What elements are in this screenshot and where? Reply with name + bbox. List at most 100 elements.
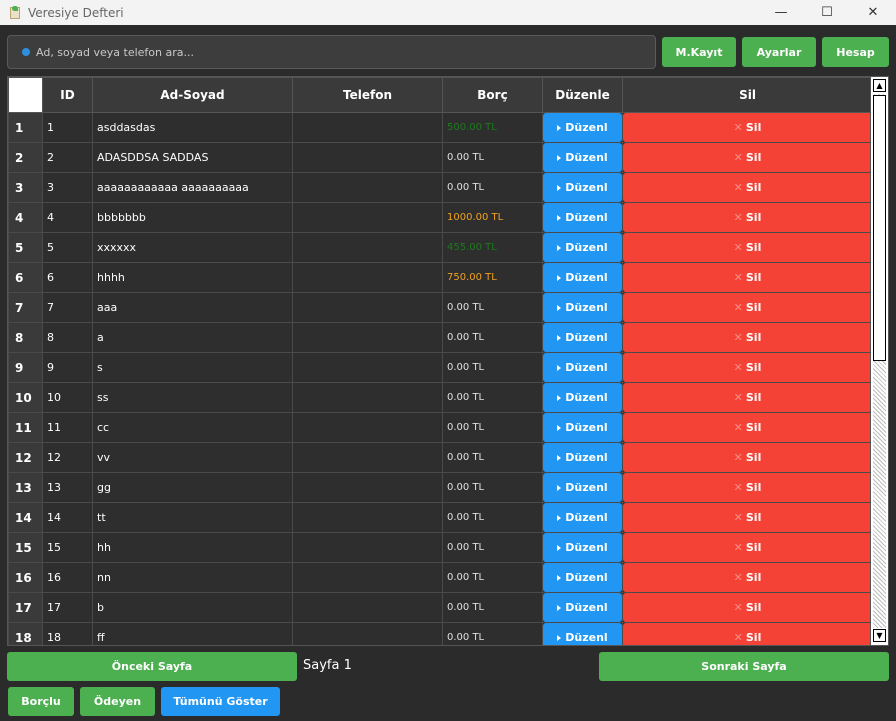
column-header-name[interactable]: Ad-Soyad <box>92 77 293 113</box>
cell-debt[interactable]: 0.00 TL <box>442 592 543 623</box>
edit-button[interactable]: Düzenl <box>543 263 622 292</box>
cell-id[interactable]: 18 <box>42 622 93 645</box>
table-row[interactable]: 17 17 b 0.00 TL Düzenl ✕ Sil <box>8 592 873 623</box>
cell-name[interactable]: asddasdas <box>92 112 293 143</box>
edit-button[interactable]: Düzenl <box>543 203 622 232</box>
row-number[interactable]: 13 <box>8 472 43 503</box>
show-all-button[interactable]: Tümünü Göster <box>161 687 280 716</box>
close-icon[interactable]: ✕ <box>850 0 896 25</box>
table-row[interactable]: 5 5 xxxxxx 455.00 TL Düzenl ✕ Sil <box>8 232 873 263</box>
column-header-id[interactable]: ID <box>42 77 93 113</box>
delete-button[interactable]: ✕ Sil <box>623 113 872 142</box>
edit-button[interactable]: Düzenl <box>543 173 622 202</box>
delete-button[interactable]: ✕ Sil <box>623 503 872 532</box>
table-row[interactable]: 4 4 bbbbbbb 1000.00 TL Düzenl ✕ Sil <box>8 202 873 233</box>
row-number[interactable]: 17 <box>8 592 43 623</box>
cell-phone[interactable] <box>292 112 443 143</box>
cell-phone[interactable] <box>292 262 443 293</box>
row-number[interactable]: 10 <box>8 382 43 413</box>
cell-debt[interactable]: 0.00 TL <box>442 532 543 563</box>
edit-button[interactable]: Düzenl <box>543 563 622 592</box>
cell-name[interactable]: ADASDDSA SADDAS <box>92 142 293 173</box>
cell-debt[interactable]: 0.00 TL <box>442 502 543 533</box>
hesap-button[interactable]: Hesap <box>822 37 889 67</box>
cell-phone[interactable] <box>292 532 443 563</box>
cell-name[interactable]: gg <box>92 472 293 503</box>
delete-button[interactable]: ✕ Sil <box>623 413 872 442</box>
column-header-debt[interactable]: Borç <box>442 77 543 113</box>
delete-button[interactable]: ✕ Sil <box>623 473 872 502</box>
edit-button[interactable]: Düzenl <box>543 593 622 622</box>
borclu-filter-button[interactable]: Borçlu <box>8 687 74 716</box>
delete-button[interactable]: ✕ Sil <box>623 203 872 232</box>
table-row[interactable]: 6 6 hhhh 750.00 TL Düzenl ✕ Sil <box>8 262 873 293</box>
table-row[interactable]: 2 2 ADASDDSA SADDAS 0.00 TL Düzenl ✕ Sil <box>8 142 873 173</box>
cell-id[interactable]: 3 <box>42 172 93 203</box>
table-row[interactable]: 11 11 cc 0.00 TL Düzenl ✕ Sil <box>8 412 873 443</box>
cell-debt[interactable]: 500.00 TL <box>442 112 543 143</box>
edit-button[interactable]: Düzenl <box>543 623 622 645</box>
delete-button[interactable]: ✕ Sil <box>623 263 872 292</box>
row-number[interactable]: 11 <box>8 412 43 443</box>
cell-name[interactable]: vv <box>92 442 293 473</box>
cell-debt[interactable]: 455.00 TL <box>442 232 543 263</box>
cell-id[interactable]: 15 <box>42 532 93 563</box>
cell-name[interactable]: tt <box>92 502 293 533</box>
table-row[interactable]: 18 18 ff 0.00 TL Düzenl ✕ Sil <box>8 622 873 645</box>
corner-select-all[interactable] <box>8 77 43 113</box>
row-number[interactable]: 16 <box>8 562 43 593</box>
cell-name[interactable]: b <box>92 592 293 623</box>
table-row[interactable]: 9 9 s 0.00 TL Düzenl ✕ Sil <box>8 352 873 383</box>
edit-button[interactable]: Düzenl <box>543 113 622 142</box>
cell-debt[interactable]: 0.00 TL <box>442 322 543 353</box>
cell-id[interactable]: 5 <box>42 232 93 263</box>
cell-id[interactable]: 11 <box>42 412 93 443</box>
edit-button[interactable]: Düzenl <box>543 323 622 352</box>
table-row[interactable]: 13 13 gg 0.00 TL Düzenl ✕ Sil <box>8 472 873 503</box>
cell-id[interactable]: 2 <box>42 142 93 173</box>
cell-name[interactable]: hhhh <box>92 262 293 293</box>
row-number[interactable]: 4 <box>8 202 43 233</box>
cell-name[interactable]: aaaaaaaaaaaa aaaaaaaaaa <box>92 172 293 203</box>
search-box[interactable] <box>7 35 656 69</box>
edit-button[interactable]: Düzenl <box>543 293 622 322</box>
cell-id[interactable]: 13 <box>42 472 93 503</box>
table-row[interactable]: 14 14 tt 0.00 TL Düzenl ✕ Sil <box>8 502 873 533</box>
row-number[interactable]: 14 <box>8 502 43 533</box>
cell-debt[interactable]: 0.00 TL <box>442 442 543 473</box>
delete-button[interactable]: ✕ Sil <box>623 623 872 645</box>
table-row[interactable]: 10 10 ss 0.00 TL Düzenl ✕ Sil <box>8 382 873 413</box>
edit-button[interactable]: Düzenl <box>543 383 622 412</box>
scroll-down-icon[interactable]: ▼ <box>873 629 886 642</box>
cell-phone[interactable] <box>292 382 443 413</box>
column-header-edit[interactable]: Düzenle <box>542 77 623 113</box>
cell-debt[interactable]: 0.00 TL <box>442 172 543 203</box>
delete-button[interactable]: ✕ Sil <box>623 443 872 472</box>
row-number[interactable]: 6 <box>8 262 43 293</box>
cell-phone[interactable] <box>292 202 443 233</box>
cell-debt[interactable]: 0.00 TL <box>442 562 543 593</box>
delete-button[interactable]: ✕ Sil <box>623 173 872 202</box>
delete-button[interactable]: ✕ Sil <box>623 323 872 352</box>
cell-phone[interactable] <box>292 412 443 443</box>
edit-button[interactable]: Düzenl <box>543 413 622 442</box>
row-number[interactable]: 9 <box>8 352 43 383</box>
cell-debt[interactable]: 0.00 TL <box>442 382 543 413</box>
cell-phone[interactable] <box>292 562 443 593</box>
delete-button[interactable]: ✕ Sil <box>623 593 872 622</box>
edit-button[interactable]: Düzenl <box>543 443 622 472</box>
delete-button[interactable]: ✕ Sil <box>623 233 872 262</box>
row-number[interactable]: 12 <box>8 442 43 473</box>
column-header-delete[interactable]: Sil <box>622 77 873 113</box>
cell-id[interactable]: 16 <box>42 562 93 593</box>
vertical-scrollbar[interactable]: ▲ ▼ <box>870 77 888 645</box>
delete-button[interactable]: ✕ Sil <box>623 533 872 562</box>
cell-id[interactable]: 4 <box>42 202 93 233</box>
delete-button[interactable]: ✕ Sil <box>623 563 872 592</box>
cell-phone[interactable] <box>292 472 443 503</box>
row-number[interactable]: 3 <box>8 172 43 203</box>
cell-name[interactable]: ss <box>92 382 293 413</box>
row-number[interactable]: 1 <box>8 112 43 143</box>
cell-debt[interactable]: 0.00 TL <box>442 622 543 645</box>
delete-button[interactable]: ✕ Sil <box>623 353 872 382</box>
